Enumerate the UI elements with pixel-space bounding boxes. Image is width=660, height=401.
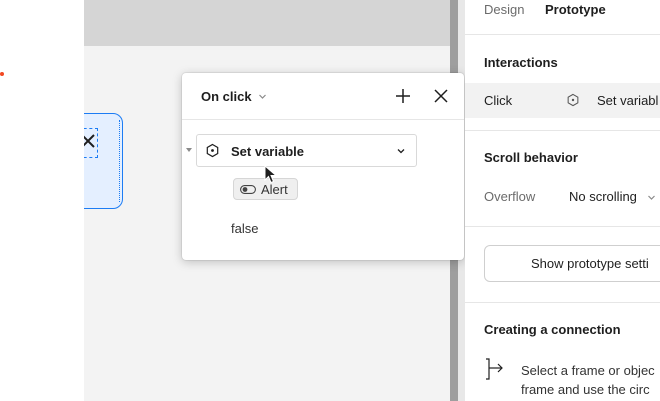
- connection-help-text: Select a frame or objec frame and use th…: [521, 361, 655, 399]
- chevron-down-icon[interactable]: [647, 193, 656, 202]
- action-dropdown[interactable]: Set variable: [196, 134, 417, 167]
- mouse-cursor-icon: [264, 165, 278, 184]
- overflow-dropdown[interactable]: No scrolling: [569, 189, 637, 204]
- interaction-popover: On click Set variable Alert false: [182, 73, 464, 260]
- chevron-down-icon: [397, 149, 405, 154]
- section-divider: [465, 302, 660, 303]
- tab-design[interactable]: Design: [484, 2, 524, 17]
- variable-hexagon-icon: [206, 143, 219, 158]
- variable-value[interactable]: false: [231, 221, 258, 236]
- interaction-action: Set variabl: [597, 93, 659, 108]
- interaction-row[interactable]: Click Set variabl: [465, 83, 660, 118]
- plus-icon[interactable]: [394, 87, 412, 105]
- popover-header: On click: [182, 73, 464, 120]
- show-prototype-settings-button[interactable]: Show prototype setti: [484, 245, 660, 282]
- connection-arrow-icon: [486, 358, 503, 380]
- section-divider: [465, 130, 660, 131]
- frame-edge: [119, 120, 120, 202]
- variable-hexagon-icon: [567, 93, 579, 107]
- toggle-icon: [240, 185, 256, 194]
- interactions-title: Interactions: [484, 55, 558, 70]
- settings-button-label: Show prototype setti: [531, 256, 649, 271]
- connection-help-line: Select a frame or objec: [521, 363, 655, 378]
- canvas-top-band: [84, 0, 450, 46]
- section-divider: [465, 34, 660, 35]
- creating-connection-title: Creating a connection: [484, 322, 621, 337]
- close-x-icon[interactable]: [84, 132, 97, 150]
- close-icon[interactable]: [432, 87, 450, 105]
- tab-prototype[interactable]: Prototype: [545, 2, 606, 17]
- scroll-behavior-title: Scroll behavior: [484, 150, 578, 165]
- chevron-down-icon[interactable]: [258, 92, 267, 101]
- action-label: Set variable: [231, 144, 304, 159]
- selected-frame[interactable]: [84, 113, 123, 209]
- collapse-triangle-icon[interactable]: [186, 147, 192, 153]
- selection-indicator-dot: [0, 72, 4, 76]
- section-divider: [465, 226, 660, 227]
- overflow-label: Overflow: [484, 189, 536, 204]
- interaction-trigger: Click: [484, 93, 513, 108]
- trigger-dropdown[interactable]: On click: [201, 89, 252, 104]
- properties-panel: Design Prototype Interactions Click Set …: [465, 0, 660, 401]
- connection-help-line: frame and use the circ: [521, 382, 650, 397]
